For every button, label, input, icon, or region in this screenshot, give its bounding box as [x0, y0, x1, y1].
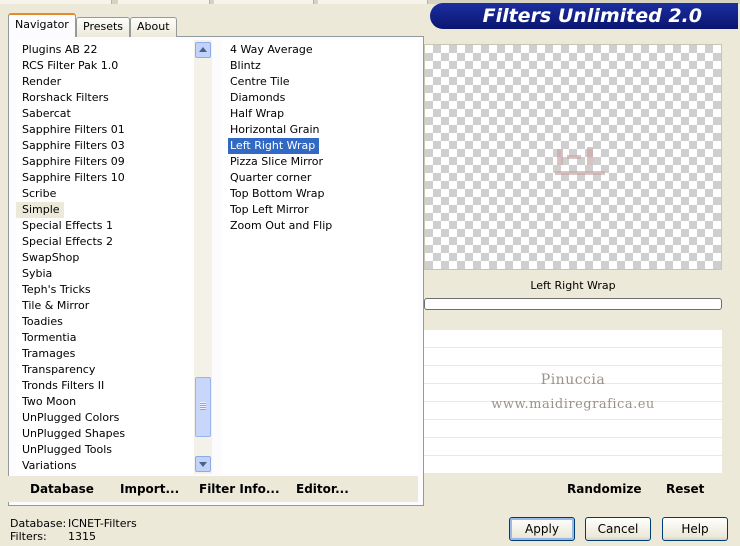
category-list-item[interactable]: Plugins AB 22: [16, 42, 194, 58]
preview-mark: [567, 155, 581, 159]
category-list-item[interactable]: UnPlugged Colors: [16, 410, 194, 426]
category-list-item[interactable]: Special Effects 1: [16, 218, 194, 234]
scroll-down-button[interactable]: [195, 456, 211, 472]
preview-mark: [557, 149, 563, 165]
category-list-item[interactable]: Two Moon: [16, 394, 194, 410]
filter-list-item[interactable]: Diamonds: [222, 90, 418, 106]
filter-list-item[interactable]: Half Wrap: [222, 106, 418, 122]
filter-list-item[interactable]: Top Bottom Wrap: [222, 186, 418, 202]
tab-presets[interactable]: Presets: [76, 17, 131, 37]
filter-list-item[interactable]: Pizza Slice Mirror: [222, 154, 418, 170]
category-list-item[interactable]: Tile & Mirror: [16, 298, 194, 314]
category-list-item[interactable]: Teph's Tricks: [16, 282, 194, 298]
category-list-item[interactable]: Scribe: [16, 186, 194, 202]
filter-list-item[interactable]: Zoom Out and Flip: [222, 218, 418, 234]
window-right-edge: [730, 36, 740, 506]
apply-button[interactable]: Apply: [509, 517, 575, 541]
param-row: [424, 422, 722, 438]
category-list-item[interactable]: Special Effects 2: [16, 234, 194, 250]
cancel-button[interactable]: Cancel: [585, 517, 651, 541]
filter-list-item[interactable]: Left Right Wrap: [228, 138, 320, 154]
watermark-url: www.maidiregrafica.eu: [491, 397, 655, 412]
category-list-item[interactable]: Render: [16, 74, 194, 90]
category-list-item[interactable]: Rorshack Filters: [16, 90, 194, 106]
filter-list-item[interactable]: Top Left Mirror: [222, 202, 418, 218]
param-row: [424, 458, 722, 474]
top-strip-segment: [214, 0, 314, 4]
preview-mark: [555, 171, 605, 175]
parameter-area: [424, 314, 722, 474]
editor-button[interactable]: Editor...: [296, 482, 349, 496]
database-label: Database:: [10, 517, 67, 530]
watermark-name: Pinuccia: [540, 372, 606, 388]
filter-list-item[interactable]: 4 Way Average: [222, 42, 418, 58]
top-strip-segment: [0, 0, 112, 4]
filter-list-item[interactable]: Centre Tile: [222, 74, 418, 90]
category-list-item[interactable]: Sabercat: [16, 106, 194, 122]
filter-list-item[interactable]: Horizontal Grain: [222, 122, 418, 138]
top-strip-segment: [118, 0, 210, 4]
category-list[interactable]: Plugins AB 22 RCS Filter Pak 1.0 Render Ror…: [16, 40, 194, 474]
category-list-item[interactable]: Sapphire Filters 03: [16, 138, 194, 154]
category-list-item[interactable]: Tormentia: [16, 330, 194, 346]
filters-count-value: 1315: [68, 530, 96, 543]
category-list-item[interactable]: UnPlugged Tools: [16, 442, 194, 458]
chevron-down-icon: [199, 462, 207, 467]
navigator-command-bar: Database Import... Filter Info... Editor…: [8, 476, 418, 502]
reset-button[interactable]: Reset: [666, 482, 704, 496]
scroll-thumb[interactable]: [195, 377, 211, 437]
filter-list-item[interactable]: Quarter corner: [222, 170, 418, 186]
filter-preview: [424, 44, 722, 270]
category-list-item[interactable]: Sapphire Filters 09: [16, 154, 194, 170]
category-list-item[interactable]: Simple: [16, 202, 64, 218]
category-list-item[interactable]: Sybia: [16, 266, 194, 282]
filter-info-button[interactable]: Filter Info...: [199, 482, 280, 496]
database-button[interactable]: Database: [30, 482, 94, 496]
filter-list-item[interactable]: Blintz: [222, 58, 418, 74]
help-button[interactable]: Help: [662, 517, 728, 541]
database-value: ICNET-Filters: [68, 517, 137, 530]
param-row: [424, 440, 722, 456]
param-row: [424, 314, 722, 330]
scroll-up-button[interactable]: [195, 42, 211, 58]
category-list-item[interactable]: RCS Filter Pak 1.0: [16, 58, 194, 74]
top-strip-segment: [318, 0, 428, 4]
chevron-up-icon: [199, 47, 207, 52]
category-list-item[interactable]: Sapphire Filters 10: [16, 170, 194, 186]
filter-command-bar: Randomize Reset: [424, 476, 730, 502]
category-list-item[interactable]: Variations: [16, 458, 194, 474]
category-list-item[interactable]: Toadies: [16, 314, 194, 330]
grip-icon: [200, 402, 206, 410]
category-list-item[interactable]: Sapphire Filters 01: [16, 122, 194, 138]
import-button[interactable]: Import...: [120, 482, 179, 496]
tab-navigator[interactable]: Navigator: [8, 13, 76, 37]
filter-list[interactable]: 4 Way Average Blintz Centre Tile Diamonds Ha…: [222, 40, 418, 474]
status-area: Database: ICNET-Filters Filters: 1315: [10, 517, 137, 543]
preview-mark: [587, 147, 593, 165]
category-list-item[interactable]: Tramages: [16, 346, 194, 362]
category-list-item[interactable]: UnPlugged Shapes: [16, 426, 194, 442]
param-row: [424, 332, 722, 348]
param-row: [424, 350, 722, 366]
category-list-item[interactable]: Transparency: [16, 362, 194, 378]
randomize-button[interactable]: Randomize: [567, 482, 641, 496]
app-banner-title: Filters Unlimited 2.0: [430, 3, 738, 29]
tab-about[interactable]: About: [130, 17, 177, 37]
selected-filter-name: Left Right Wrap: [530, 279, 616, 292]
category-list-item[interactable]: SwapShop: [16, 250, 194, 266]
progress-bar: [424, 298, 722, 310]
filters-count-label: Filters:: [10, 530, 47, 543]
category-list-scrollbar[interactable]: [194, 40, 212, 474]
category-list-item[interactable]: Tronds Filters II: [16, 378, 194, 394]
